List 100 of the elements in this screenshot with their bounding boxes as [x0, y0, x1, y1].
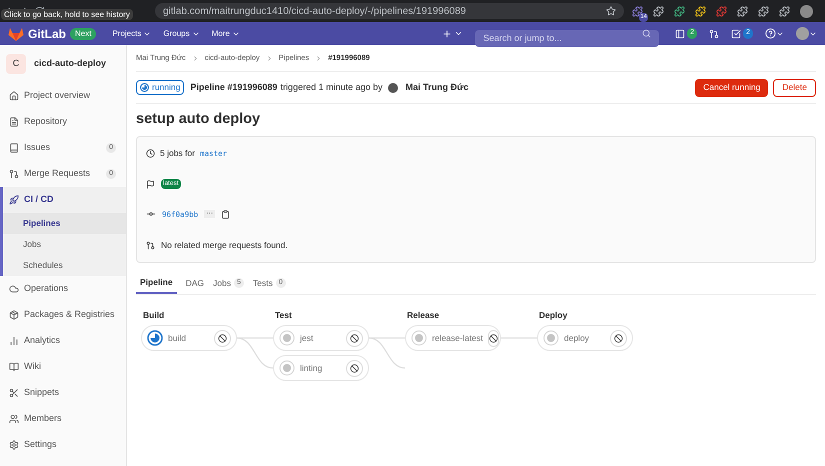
panel-icon [675, 28, 686, 38]
merge-request-icon [146, 241, 155, 250]
sidebar-item-icon [9, 414, 19, 424]
job-name: linting [300, 362, 324, 374]
cancel-job-button[interactable] [346, 360, 363, 376]
copy-icon[interactable] [221, 210, 230, 219]
sidebar-item[interactable]: Operations [0, 276, 126, 302]
cancel-job-button[interactable] [488, 330, 500, 346]
stage-title: Test [274, 308, 293, 322]
delete-button[interactable]: Delete [773, 78, 816, 96]
tab[interactable]: DAG [186, 272, 204, 294]
stage-title: Release [406, 308, 440, 322]
tab[interactable]: Pipeline [136, 272, 177, 294]
avatar [796, 27, 809, 40]
project-avatar[interactable]: C [6, 54, 26, 74]
extension-icon[interactable] [674, 6, 685, 16]
next-badge: Next [70, 28, 96, 40]
connector-line [369, 337, 405, 369]
flag-icon [146, 180, 155, 189]
sidebar-item[interactable]: Analytics [0, 328, 126, 354]
fox-logo-icon[interactable] [8, 26, 24, 40]
nav-menu[interactable]: Projects [112, 28, 152, 40]
jobs-summary: 5 jobs for [160, 146, 195, 160]
chevron-right-icon [315, 54, 322, 62]
nav-menu[interactable]: More [212, 28, 240, 40]
sidebar-item-icon [9, 388, 19, 398]
pipeline-title: setup auto deploy [136, 110, 262, 130]
plus-icon [442, 28, 452, 38]
cancel-icon [350, 334, 359, 342]
help-menu[interactable] [765, 28, 784, 39]
user-link[interactable]: Mai Trung Đức [406, 80, 469, 94]
sidebar-item[interactable]: Project overview [0, 83, 126, 109]
job-pill[interactable]: jest [273, 325, 369, 351]
cancel-icon [489, 334, 498, 342]
job-pill[interactable]: linting [273, 355, 369, 381]
sidebar-item-icon [9, 195, 19, 205]
job-pill[interactable]: release-latest [405, 325, 501, 351]
sidebar-subitem[interactable]: Schedules [3, 255, 126, 276]
nav-menu[interactable]: Groups [163, 28, 200, 40]
sidebar-item[interactable]: Snippets [0, 380, 126, 406]
cancel-icon [218, 334, 227, 342]
sidebar-item-icon [9, 91, 19, 101]
star-icon[interactable] [606, 6, 616, 16]
cancel-icon [350, 364, 359, 372]
sidebar-subitem[interactable]: Jobs [3, 234, 126, 255]
connector-line [501, 337, 537, 339]
todo-icon [731, 28, 742, 38]
chevron-icon [454, 29, 464, 38]
extension-icon[interactable] [737, 6, 748, 16]
trigger-text: triggered 1 minute ago by [280, 80, 383, 94]
extensions-icon[interactable] [779, 6, 790, 16]
sidebar-item-icon [9, 336, 19, 346]
cancel-button[interactable]: Cancel running [695, 78, 768, 96]
search-field[interactable]: Search or jump to... [475, 30, 660, 46]
stage-title: Deploy [538, 308, 568, 322]
job-name: build [168, 332, 187, 344]
brand-name[interactable]: GitLab [28, 24, 66, 42]
sidebar-item[interactable]: CI / CD [3, 187, 126, 213]
job-name: release-latest [432, 332, 484, 344]
job-name: jest [300, 332, 314, 344]
new-menu[interactable] [442, 28, 464, 38]
search-icon [642, 29, 652, 38]
cancel-job-button[interactable] [346, 330, 363, 346]
sidebar-item[interactable]: Members [0, 406, 126, 432]
merge-request-icon[interactable] [709, 28, 720, 38]
pipeline-id: Pipeline #191996089 [190, 80, 278, 94]
sidebar-item[interactable]: Repository [0, 109, 126, 135]
running-status-icon [140, 83, 149, 92]
cancel-icon [614, 334, 623, 342]
sidebar-item-icon [9, 440, 19, 450]
cancel-job-button[interactable] [214, 330, 231, 346]
cancel-job-button[interactable] [610, 330, 627, 346]
status-badge[interactable]: running [136, 80, 184, 95]
connector-line [237, 337, 273, 369]
user-avatar [388, 82, 398, 92]
job-name: deploy [564, 332, 590, 344]
sidebar-item-icon [9, 117, 19, 127]
sidebar-item-icon [9, 143, 19, 153]
extension-icon[interactable] [758, 6, 769, 16]
user-menu[interactable] [796, 27, 817, 40]
sidebar-item-icon [9, 362, 19, 372]
sidebar-item[interactable]: Wiki [0, 354, 126, 380]
sidebar-item[interactable]: Settings [0, 432, 126, 458]
sidebar-item-icon [9, 310, 19, 320]
job-pill[interactable]: deploy [537, 325, 633, 351]
project-name[interactable]: cicd-auto-deploy [34, 57, 106, 71]
sidebar-subitem[interactable]: Pipelines [3, 213, 126, 234]
chevron-right-icon [266, 54, 273, 62]
extension-icon[interactable] [695, 6, 706, 16]
stage-title: Build [142, 308, 166, 322]
avatar[interactable] [800, 4, 813, 18]
merge-requests-text: No related merge requests found. [161, 239, 288, 252]
job-pill[interactable]: build [141, 325, 237, 351]
sidebar-item-icon [9, 284, 19, 294]
extension-icon[interactable] [653, 6, 664, 16]
sidebar-item[interactable]: Packages & Registries [0, 302, 126, 328]
clock-icon [146, 148, 155, 158]
sidebar-item-icon [9, 169, 19, 179]
back-tooltip: Click to go back, hold to see history [1, 9, 133, 20]
chevron-right-icon [192, 54, 199, 62]
